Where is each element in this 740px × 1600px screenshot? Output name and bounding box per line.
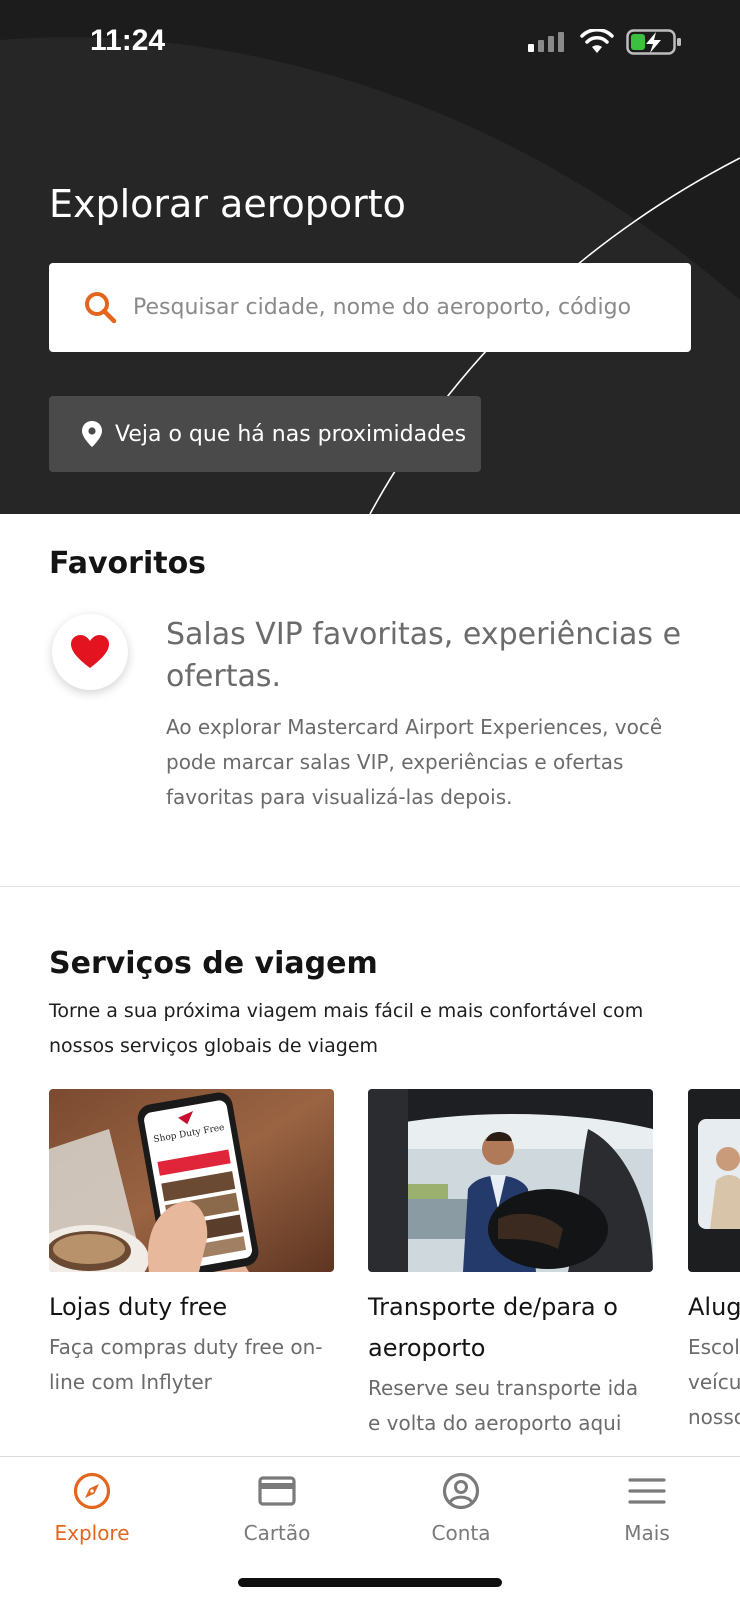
car-rental-image — [688, 1089, 740, 1272]
status-icons — [528, 28, 682, 56]
service-card-airport-transport[interactable]: Transporte de/para o aeroporto Reserve s… — [368, 1089, 653, 1441]
favorites-heading: Salas VIP favoritas, experiências e ofer… — [166, 617, 682, 694]
tab-label: Explore — [54, 1521, 130, 1545]
search-icon — [85, 291, 117, 323]
services-subtitle: Torne a sua próxima viagem mais fácil e … — [49, 1000, 644, 1057]
status-time: 11:24 — [90, 24, 166, 57]
home-indicator — [238, 1578, 502, 1587]
wifi-icon — [580, 29, 614, 53]
tab-conta[interactable]: Conta — [391, 1471, 531, 1545]
card-desc: Escol veícu nosso — [688, 1335, 740, 1429]
hero-section: 11:24 Explorar aeroporto Pesquisar cidad… — [0, 0, 740, 514]
screen: 11:24 Explorar aeroporto Pesquisar cidad… — [0, 0, 740, 1600]
signal-icon — [528, 32, 564, 52]
location-pin-icon — [82, 421, 102, 447]
card-title: Alug — [688, 1293, 740, 1321]
heart-icon — [71, 635, 109, 668]
status-bar: 11:24 — [0, 0, 740, 90]
tab-label: Mais — [624, 1521, 670, 1545]
tab-label: Cartão — [243, 1521, 311, 1545]
battery-charging-icon — [626, 29, 681, 55]
page-title: Explorar aeroporto — [49, 182, 406, 226]
card-title: Lojas duty free — [49, 1293, 228, 1321]
card-icon — [258, 1476, 296, 1506]
card-title: Transporte de/para o aeroporto — [368, 1293, 618, 1362]
nearby-label: Veja o que há nas proximidades — [115, 421, 467, 447]
compass-icon — [73, 1472, 111, 1510]
tab-cartao[interactable]: Cartão — [207, 1471, 347, 1545]
menu-icon — [628, 1478, 666, 1504]
search-box[interactable] — [49, 263, 691, 352]
section-divider — [0, 886, 740, 887]
tab-label: Conta — [431, 1521, 491, 1545]
service-card-car-rental[interactable]: Alug Escol veícu nosso — [688, 1089, 740, 1435]
airport-transport-image — [368, 1089, 653, 1272]
heart-badge — [52, 614, 128, 690]
service-card-duty-free[interactable]: Shop Duty Free Lojas duty free Faça comp… — [49, 1089, 334, 1400]
favorites-body: Ao explorar Mastercard Airport Experienc… — [166, 715, 663, 809]
account-icon — [442, 1472, 480, 1510]
favorites-title: Favoritos — [49, 546, 207, 581]
search-input[interactable] — [133, 295, 673, 320]
nearby-button[interactable]: Veja o que há nas proximidades — [49, 396, 481, 472]
card-desc: Reserve seu transporte ida e volta do ae… — [368, 1376, 639, 1435]
card-desc: Faça compras duty free on-line com Infly… — [49, 1335, 323, 1394]
duty-free-image: Shop Duty Free — [49, 1089, 334, 1272]
tab-mais[interactable]: Mais — [577, 1471, 717, 1545]
services-title: Serviços de viagem — [49, 946, 378, 981]
tab-explore[interactable]: Explore — [22, 1471, 162, 1545]
